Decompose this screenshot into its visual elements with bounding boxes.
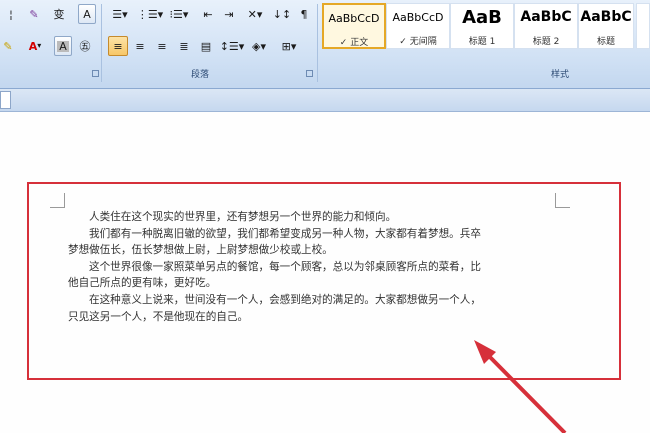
annotation-arrow-icon <box>474 340 567 433</box>
